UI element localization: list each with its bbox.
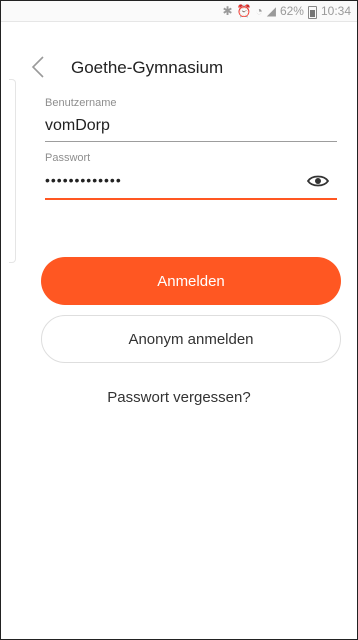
forgot-password-link[interactable]: Passwort vergessen? bbox=[1, 389, 357, 406]
status-icons: ✱ ⏰ ◔ ◢ 62% 10:34 bbox=[222, 4, 351, 19]
password-underline bbox=[45, 198, 337, 200]
eye-icon bbox=[306, 175, 330, 187]
side-drawer-handle[interactable] bbox=[9, 79, 16, 263]
password-field[interactable]: Passwort ••••••••••••• bbox=[45, 152, 337, 202]
wifi-icon: ◔ bbox=[255, 4, 263, 18]
bluetooth-icon: ✱ bbox=[222, 4, 233, 18]
username-field[interactable]: Benutzername vomDorp bbox=[45, 97, 337, 145]
username-input[interactable]: vomDorp bbox=[45, 117, 337, 135]
header: Goethe-Gymnasium bbox=[1, 43, 357, 91]
battery-percent: 62% bbox=[279, 4, 304, 18]
chevron-left-icon bbox=[31, 56, 44, 78]
back-button[interactable] bbox=[31, 55, 45, 79]
app-screen: ✱ ⏰ ◔ ◢ 62% 10:34 Goethe-Gymnasium Benut… bbox=[0, 0, 358, 640]
status-bar: ✱ ⏰ ◔ ◢ 62% 10:34 bbox=[1, 1, 357, 22]
status-time: 10:34 bbox=[320, 4, 351, 18]
username-label: Benutzername bbox=[45, 97, 117, 109]
battery-icon bbox=[307, 5, 317, 19]
show-password-toggle[interactable] bbox=[306, 174, 330, 188]
anonymous-login-button[interactable]: Anonym anmelden bbox=[41, 315, 341, 363]
page-title: Goethe-Gymnasium bbox=[71, 58, 224, 77]
username-underline bbox=[45, 141, 337, 142]
password-input[interactable]: ••••••••••••• bbox=[45, 172, 337, 188]
signal-icon: ◢ bbox=[266, 4, 276, 18]
password-label: Passwort bbox=[45, 152, 91, 164]
login-button[interactable]: Anmelden bbox=[41, 257, 341, 305]
alarm-icon: ⏰ bbox=[236, 4, 252, 18]
